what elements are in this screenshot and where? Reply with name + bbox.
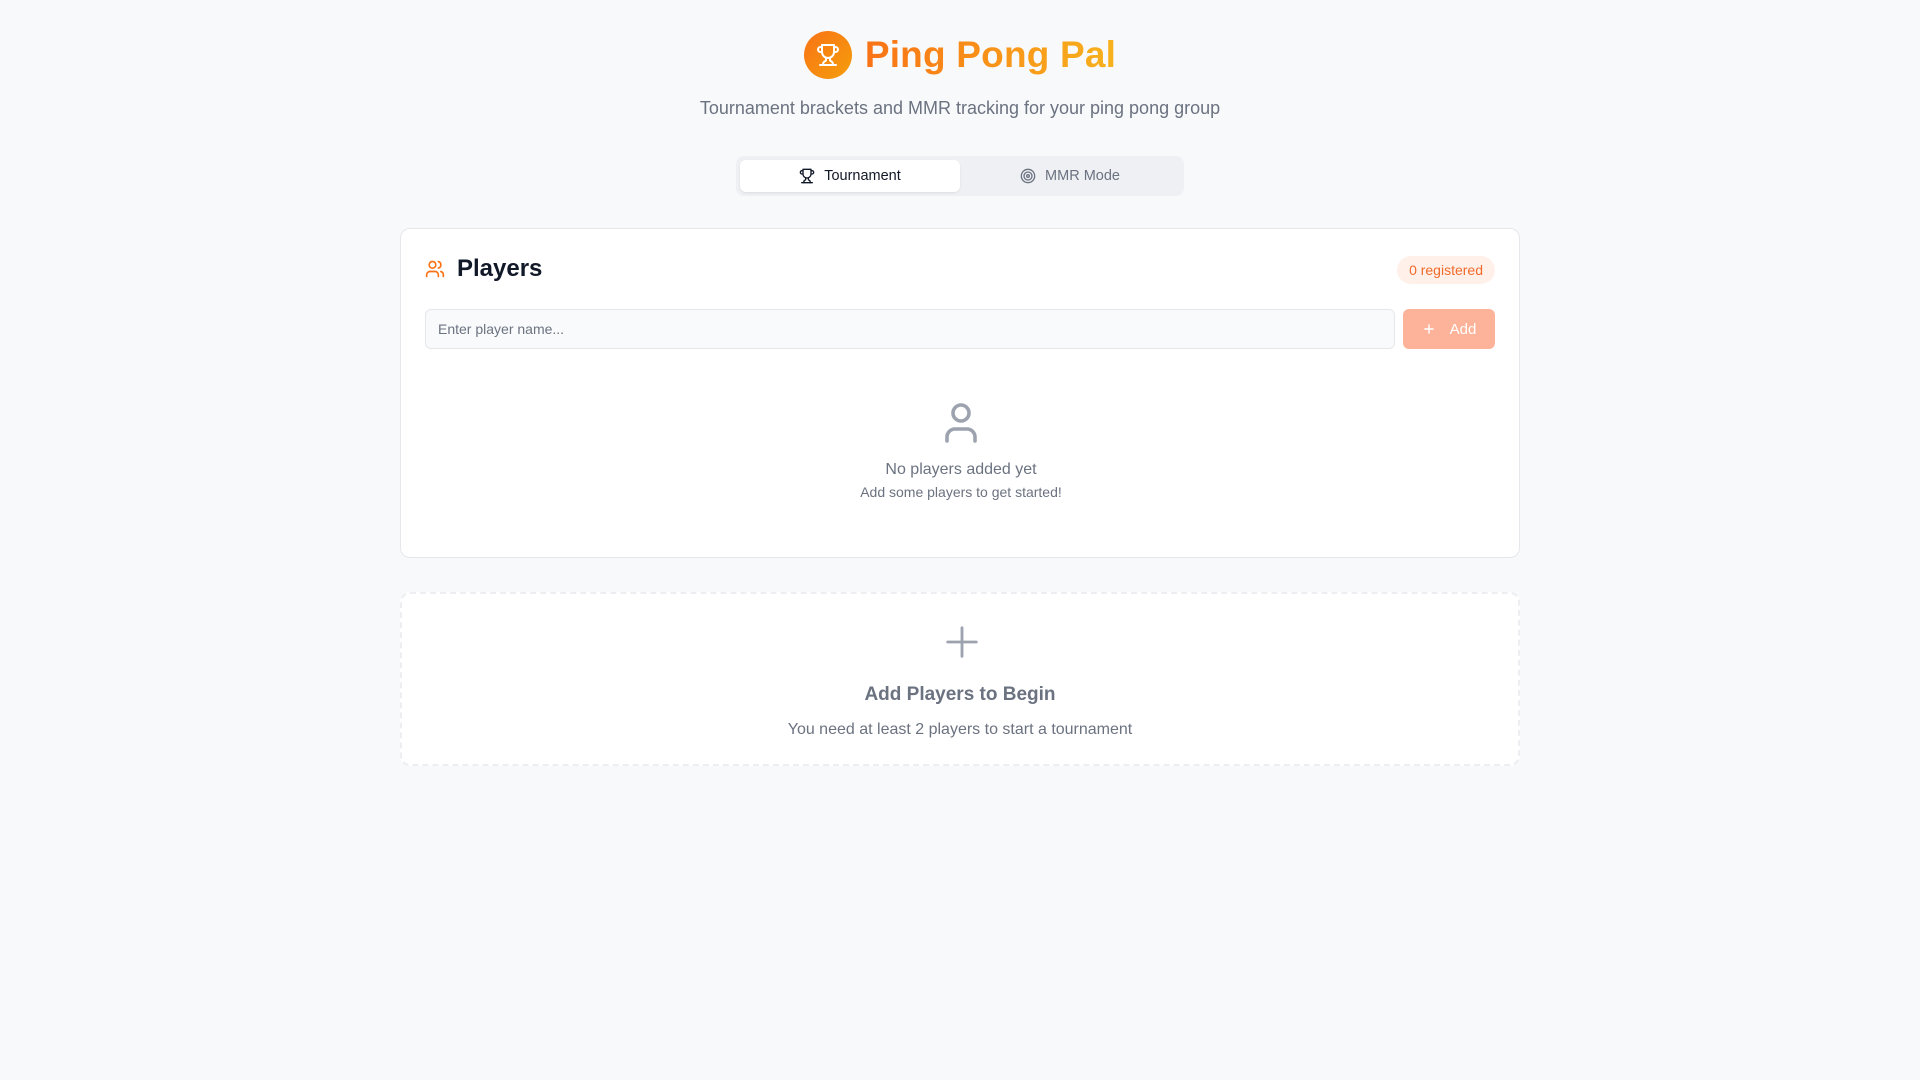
players-card-header: Players	[425, 255, 542, 283]
trophy-icon	[816, 44, 839, 66]
target-icon	[1020, 168, 1036, 184]
plus-icon	[1423, 324, 1434, 334]
tab-label: Tournament	[824, 168, 901, 184]
brand: Ping Pong Pal	[0, 31, 1920, 79]
registered-count-badge: 0 registered	[1397, 256, 1495, 284]
add-player-button[interactable]: Add	[1403, 309, 1495, 349]
empty-title: No players added yet	[885, 461, 1037, 478]
tab-mmr-mode[interactable]: MMR Mode	[960, 160, 1180, 192]
users-icon	[425, 260, 445, 278]
user-icon	[945, 403, 977, 443]
plus-icon	[946, 626, 978, 658]
players-title: Players	[457, 255, 543, 282]
tab-tournament[interactable]: Tournament	[740, 160, 960, 192]
cta-title: Add Players to Begin	[864, 684, 1056, 705]
empty-players-state: No players added yet Add some players to…	[401, 399, 1521, 500]
add-button-label: Add	[1449, 320, 1477, 338]
add-players-prompt: Add Players to Begin You need at least 2…	[400, 592, 1520, 766]
player-name-input[interactable]	[425, 309, 1395, 349]
trophy-icon	[799, 168, 815, 184]
app-logo	[803, 31, 852, 79]
empty-subtitle: Add some players to get started!	[860, 484, 1062, 500]
cta-subtitle: You need at least 2 players to start a t…	[787, 721, 1133, 738]
app-title: Ping Pong Pal	[864, 34, 1117, 75]
app-subtitle: Tournament brackets and MMR tracking for…	[699, 98, 1221, 118]
mode-tabs: Tournament MMR Mode	[736, 156, 1184, 196]
players-card: Players 0 registered Add No players adde…	[400, 228, 1520, 558]
tab-label: MMR Mode	[1045, 168, 1120, 184]
